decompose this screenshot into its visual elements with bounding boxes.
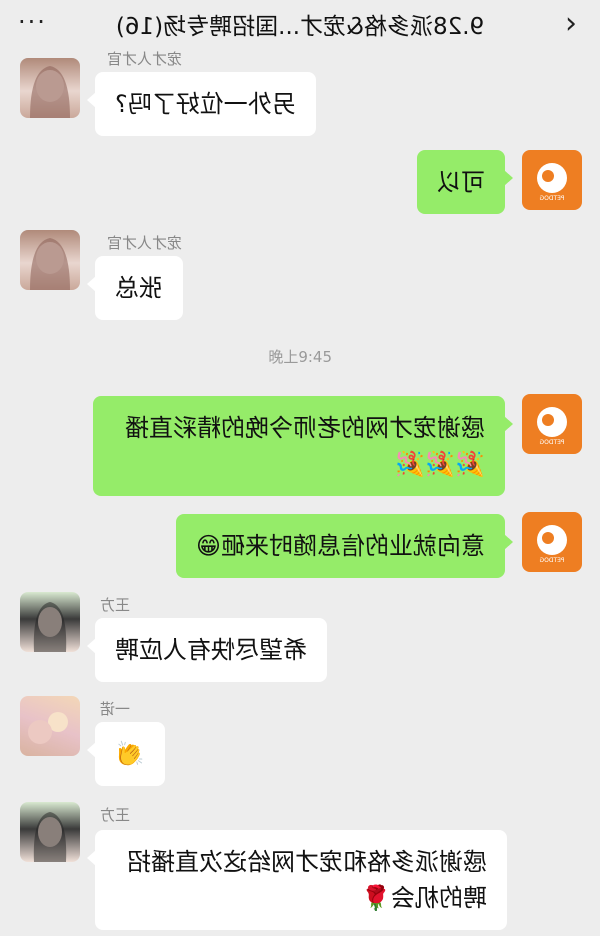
avatar[interactable] xyxy=(20,58,80,118)
party-popper-emoji: 🎉🎉🎉 xyxy=(395,450,485,478)
message-row: PETDOG 可以 xyxy=(0,146,600,226)
svg-text:PETDOG: PETDOG xyxy=(539,557,564,564)
sender-name: 宠才人才官 xyxy=(106,234,182,252)
svg-text:PETDOG: PETDOG xyxy=(539,439,564,446)
hands-photo-icon xyxy=(28,712,68,744)
petdog-logo-icon: PETDOG xyxy=(537,525,567,564)
message-row: 一诺 👏 xyxy=(0,694,600,794)
message-row: 王方 感谢派多格和宠才网给这次直播招聘的机会🌹 xyxy=(0,800,600,936)
portrait-icon xyxy=(30,66,70,118)
grin-emoji: 😁 xyxy=(195,532,221,560)
sender-name: 一诺 xyxy=(99,700,130,718)
chat-bubble[interactable]: 张总 xyxy=(95,256,183,320)
chat-bubble[interactable]: 希望尽快有人应聘 xyxy=(95,618,327,682)
timestamp: 晚上9:45 xyxy=(268,348,332,366)
more-options-icon[interactable]: ··· xyxy=(16,4,45,40)
message-row: 宠才人才官 另外一位好了吗? xyxy=(0,48,600,138)
chat-header: ‹ 9.28派多格&宠才...国招聘专场(16) ··· xyxy=(0,0,600,48)
chat-bubble[interactable]: 可以 xyxy=(417,150,505,214)
chat-bubble[interactable]: 感谢宠才网的老师今晚的精彩直播 🎉🎉🎉 xyxy=(93,396,505,496)
petdog-logo-icon: PETDOG xyxy=(537,163,567,202)
avatar[interactable] xyxy=(20,592,80,652)
portrait-icon xyxy=(30,238,70,290)
petdog-logo-icon: PETDOG xyxy=(537,407,567,446)
svg-text:PETDOG: PETDOG xyxy=(539,195,564,202)
message-row: 王方 希望尽快有人应聘 xyxy=(0,592,600,692)
bubble-text: 意向就业的信息随时来砸 xyxy=(221,532,485,560)
clapping-hands-emoji: 👏 xyxy=(115,740,145,768)
chat-bubble[interactable]: 另外一位好了吗? xyxy=(95,72,316,136)
chat-bubble[interactable]: 感谢派多格和宠才网给这次直播招聘的机会🌹 xyxy=(95,830,507,930)
sender-name: 宠才人才官 xyxy=(106,50,182,68)
message-row: PETDOG 感谢宠才网的老师今晚的精彩直播 🎉🎉🎉 xyxy=(0,392,600,502)
avatar[interactable]: PETDOG xyxy=(522,150,582,210)
chat-bubble[interactable]: 意向就业的信息随时来砸😁 xyxy=(175,514,505,578)
avatar[interactable] xyxy=(20,802,80,862)
avatar[interactable] xyxy=(20,230,80,290)
avatar[interactable] xyxy=(20,696,80,756)
bubble-text: 感谢宠才网的老师今晚的精彩直播 xyxy=(125,414,485,442)
back-chevron-icon[interactable]: ‹ xyxy=(556,6,586,42)
sender-name: 王方 xyxy=(99,596,130,614)
message-row: 宠才人才官 张总 xyxy=(0,226,600,326)
chat-bubble[interactable]: 👏 xyxy=(95,722,165,786)
bubble-text: 感谢派多格和宠才网给这次直播招聘的机会 xyxy=(127,848,487,912)
message-row: PETDOG 意向就业的信息随时来砸😁 xyxy=(0,510,600,590)
avatar[interactable]: PETDOG xyxy=(522,394,582,454)
portrait-icon xyxy=(33,812,67,862)
avatar[interactable]: PETDOG xyxy=(522,512,582,572)
rose-emoji: 🌹 xyxy=(361,884,391,912)
sender-name: 王方 xyxy=(99,806,130,824)
portrait-icon xyxy=(33,602,67,652)
chat-title: 9.28派多格&宠才...国招聘专场(16) xyxy=(115,14,485,40)
chat-screen: ‹ 9.28派多格&宠才...国招聘专场(16) ··· 宠才人才官 另外一位好… xyxy=(0,0,600,936)
